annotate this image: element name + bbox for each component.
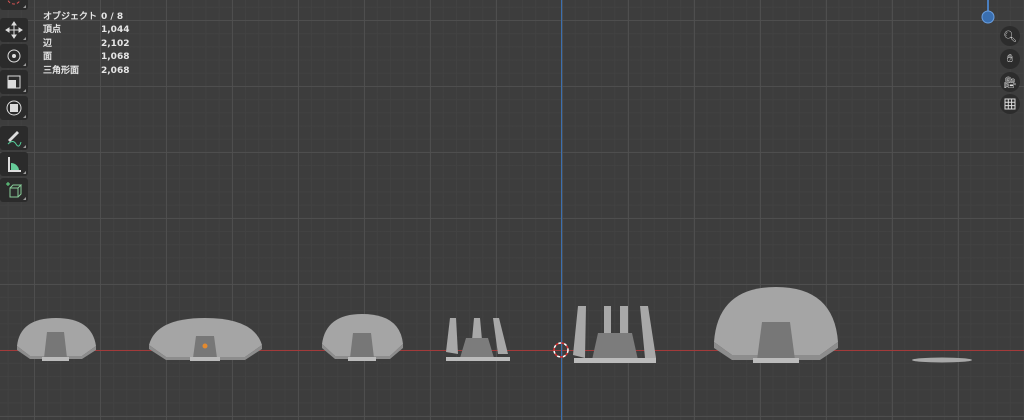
grid-icon	[1004, 98, 1016, 110]
zoom-icon: 🔍︎	[1003, 29, 1017, 43]
cursor-tool[interactable]	[0, 0, 28, 10]
scene-objects	[17, 0, 995, 363]
hand-icon: ✋︎	[1006, 52, 1014, 65]
stat-row-vertices: 頂点 1,044	[43, 25, 130, 36]
annotate-tool[interactable]	[0, 126, 28, 150]
add-cube-icon	[6, 182, 23, 198]
camera-icon: 🎥︎	[1003, 75, 1017, 89]
3d-viewport[interactable]: オブジェクト 0 / 8 頂点 1,044 辺 2,102 面 1,068 三角形面 2,…	[0, 0, 1024, 420]
dome-object-3[interactable]	[322, 314, 403, 361]
origin-dot	[202, 343, 208, 349]
fork-object-2[interactable]	[573, 306, 656, 363]
annotate-icon	[7, 131, 22, 147]
statistics-overlay: オブジェクト 0 / 8 頂点 1,044 辺 2,102 面 1,068 三角形面 2,…	[43, 11, 129, 78]
move-tool[interactable]	[0, 18, 28, 42]
stat-row-triangles: 三角形面 2,068	[43, 65, 130, 76]
flat-object[interactable]	[912, 357, 972, 363]
zoom-button[interactable]: 🔍︎	[1000, 26, 1020, 46]
3d-cursor[interactable]	[553, 342, 569, 358]
measure-tool[interactable]	[0, 152, 28, 176]
ortho-toggle-button[interactable]	[1000, 94, 1020, 114]
stat-row-faces: 面 1,068	[43, 52, 130, 63]
dome-object-1[interactable]	[17, 318, 96, 361]
add-cube-tool[interactable]	[0, 178, 28, 202]
stat-row-objects: オブジェクト 0 / 8	[43, 12, 124, 22]
tool-shelf	[0, 0, 30, 204]
move-icon	[5, 21, 23, 39]
dome-object-4[interactable]	[714, 287, 838, 363]
dome-object-2[interactable]	[149, 318, 262, 361]
stat-row-edges: 辺 2,102	[43, 38, 130, 49]
transform-tool[interactable]	[0, 96, 28, 120]
camera-view-button[interactable]: 🎥︎	[1000, 72, 1020, 92]
transform-icon	[6, 100, 22, 116]
scale-tool[interactable]	[0, 70, 28, 94]
navigation-gizmo[interactable]	[981, 0, 995, 24]
pan-button[interactable]: ✋︎	[1000, 49, 1020, 69]
rotate-icon	[7, 49, 21, 63]
fork-object-1[interactable]	[446, 318, 510, 361]
cursor-icon	[7, 0, 21, 5]
scale-icon	[7, 75, 21, 89]
rotate-tool[interactable]	[0, 44, 28, 68]
measure-icon	[8, 157, 21, 172]
